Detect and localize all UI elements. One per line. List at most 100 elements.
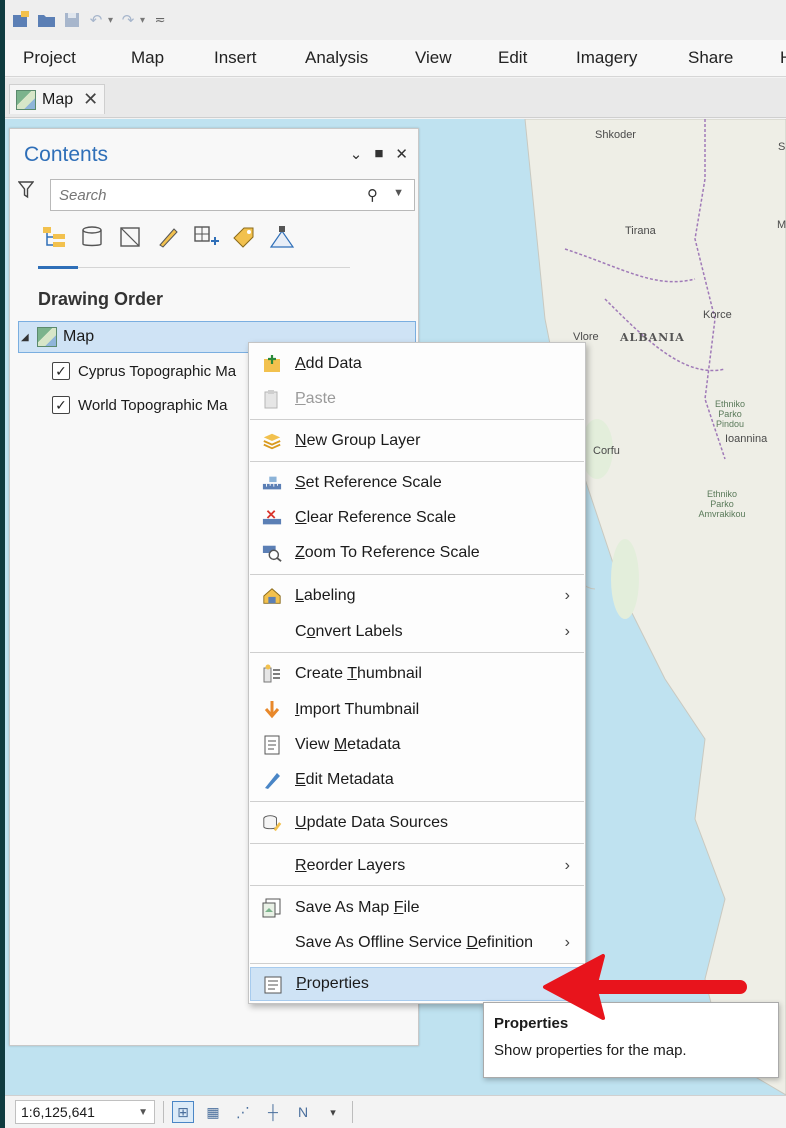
list-by-perspective-imagery-icon[interactable] [268, 223, 296, 251]
list-by-snapping-icon[interactable] [192, 223, 220, 251]
menu-item-label: Paste [295, 390, 336, 407]
menu-separator [250, 801, 584, 802]
menu-item-label: Reorder Layers [295, 857, 406, 874]
grid-icon[interactable]: ▦ [202, 1101, 224, 1123]
close-icon[interactable]: ✕ [395, 145, 408, 163]
layer-item[interactable]: ✓ Cyprus Topographic Ma [52, 362, 236, 380]
collapse-caret-icon[interactable]: ◢ [21, 332, 37, 343]
tab-share[interactable]: Share [688, 48, 733, 68]
menu-item-create-thumbnail[interactable]: Create Thumbnail [250, 657, 584, 691]
list-by-source-icon[interactable] [78, 223, 106, 251]
update-data-sources-icon [262, 813, 282, 833]
menu-item-label: Add Data [295, 355, 362, 372]
map-document-tab[interactable]: Map ✕ [9, 84, 106, 114]
menu-item-zoom-to-reference-scale[interactable]: Zoom To Reference Scale [250, 536, 584, 570]
create-thumbnail-icon [262, 664, 282, 684]
filter-icon[interactable] [17, 181, 35, 204]
open-project-icon[interactable] [37, 8, 57, 32]
close-icon[interactable]: ✕ [83, 89, 98, 110]
pane-controls: ⌄ ■ ✕ [350, 145, 408, 163]
edit-metadata-icon [262, 770, 282, 790]
annotation-arrow-icon [543, 954, 747, 1020]
menu-item-set-reference-scale[interactable]: Set Reference Scale [250, 466, 584, 500]
menu-item-label: Save As Offline Service Definition [295, 934, 534, 951]
menu-separator [250, 574, 584, 575]
chevron-down-icon[interactable]: ▾ [322, 1101, 344, 1123]
redo-dropdown-icon[interactable]: ▾ [140, 15, 145, 26]
menu-item-paste: Paste [250, 382, 584, 416]
map-icon [16, 89, 36, 110]
menu-item-label: Save As Map File [295, 899, 420, 916]
map-label-ioannina: Ioannina [725, 433, 768, 445]
menu-item-reorder-layers[interactable]: Reorder Layers › [250, 849, 584, 883]
map-label-s: S [778, 141, 786, 153]
list-by-labeling-icon[interactable] [230, 223, 258, 251]
save-project-icon[interactable] [63, 8, 81, 32]
menu-item-update-data-sources[interactable]: Update Data Sources [250, 806, 584, 840]
tab-view[interactable]: View [415, 48, 452, 68]
tab-analysis[interactable]: Analysis [305, 48, 368, 68]
menu-item-labeling[interactable]: Labeling › [250, 579, 584, 613]
contents-title: Contents [24, 143, 109, 166]
chevron-down-icon[interactable]: ▼ [138, 1107, 148, 1118]
tab-map[interactable]: Map [131, 48, 164, 68]
chevron-down-icon[interactable]: ▼ [393, 187, 404, 199]
map-icon [37, 327, 57, 347]
menu-item-import-thumbnail[interactable]: Import Thumbnail [250, 693, 584, 727]
snapping-icon[interactable]: ⋰ [232, 1101, 254, 1123]
status-divider [352, 1101, 353, 1123]
search-input[interactable] [59, 186, 349, 204]
menu-separator [250, 963, 584, 964]
list-by-editing-icon[interactable] [154, 223, 182, 251]
measure-icon[interactable]: ┼ [262, 1101, 284, 1123]
search-icon[interactable]: ⚲ [367, 186, 378, 204]
menu-item-convert-labels[interactable]: Convert Labels › [250, 615, 584, 649]
submenu-chevron-icon: › [564, 623, 570, 640]
layer-item[interactable]: ✓ World Topographic Ma [52, 396, 228, 414]
labeling-icon [262, 586, 282, 606]
map-tab-label: Map [42, 90, 74, 108]
menu-separator [250, 419, 584, 420]
import-thumbnail-icon [262, 700, 282, 720]
undo-icon[interactable]: ↶ [87, 8, 105, 32]
pane-options-chevron-icon[interactable]: ⌄ [350, 145, 363, 163]
map-scale-box[interactable]: 1:6,125,641 ▼ [15, 1100, 155, 1124]
quick-access-toolbar: ↶ ▾ ↷ ▾ ≂ [5, 0, 786, 40]
active-view-indicator [38, 266, 78, 269]
layer-visibility-checkbox[interactable]: ✓ [52, 396, 70, 414]
redo-icon[interactable]: ↷ [119, 8, 137, 32]
menu-item-add-data[interactable]: Add Data [250, 347, 584, 381]
menu-item-clear-reference-scale[interactable]: Clear Reference Scale [250, 501, 584, 535]
tab-insert[interactable]: Insert [214, 48, 257, 68]
new-project-icon[interactable] [11, 8, 31, 32]
menu-item-new-group-layer[interactable]: New Group Layer [250, 424, 584, 458]
menu-item-edit-metadata[interactable]: Edit Metadata [250, 763, 584, 797]
list-by-selection-icon[interactable] [116, 223, 144, 251]
list-by-drawing-order-icon[interactable] [40, 223, 68, 251]
tab-imagery[interactable]: Imagery [576, 48, 637, 68]
map-label-shkoder: Shkoder [595, 129, 636, 141]
menu-separator [250, 843, 584, 844]
menu-item-properties[interactable]: Properties [250, 967, 584, 1001]
menu-item-label: Update Data Sources [295, 814, 448, 831]
document-tab-strip: Map ✕ [5, 78, 786, 118]
menu-item-view-metadata[interactable]: View Metadata [250, 728, 584, 762]
map-status-bar: 1:6,125,641 ▼ ⊞ ▦ ⋰ ┼ N ▾ [5, 1095, 786, 1128]
zoom-reference-scale-icon [262, 543, 282, 563]
layer-visibility-checkbox[interactable]: ✓ [52, 362, 70, 380]
fixed-scale-icon[interactable]: ⊞ [172, 1101, 194, 1123]
menu-item-save-as-offline-service-definition[interactable]: Save As Offline Service Definition › [250, 926, 584, 960]
menu-item-save-as-map-file[interactable]: Save As Map File [250, 891, 584, 925]
map-label-korce: Korce [703, 309, 732, 321]
tab-project[interactable]: Project [23, 48, 76, 68]
north-arrow-icon[interactable]: N [292, 1101, 314, 1123]
tab-edit[interactable]: Edit [498, 48, 527, 68]
undo-dropdown-icon[interactable]: ▾ [108, 15, 113, 26]
map-context-menu: Add Data Paste New Group Layer Set Refer… [248, 342, 586, 1004]
maximize-icon[interactable]: ■ [374, 145, 383, 163]
menu-item-label: View Metadata [295, 736, 401, 753]
contents-search[interactable]: ⚲ ▼ [50, 179, 415, 211]
customize-icon[interactable]: ≂ [151, 8, 169, 32]
map-label-corfu: Corfu [593, 445, 620, 457]
tab-help[interactable]: H [780, 48, 786, 68]
